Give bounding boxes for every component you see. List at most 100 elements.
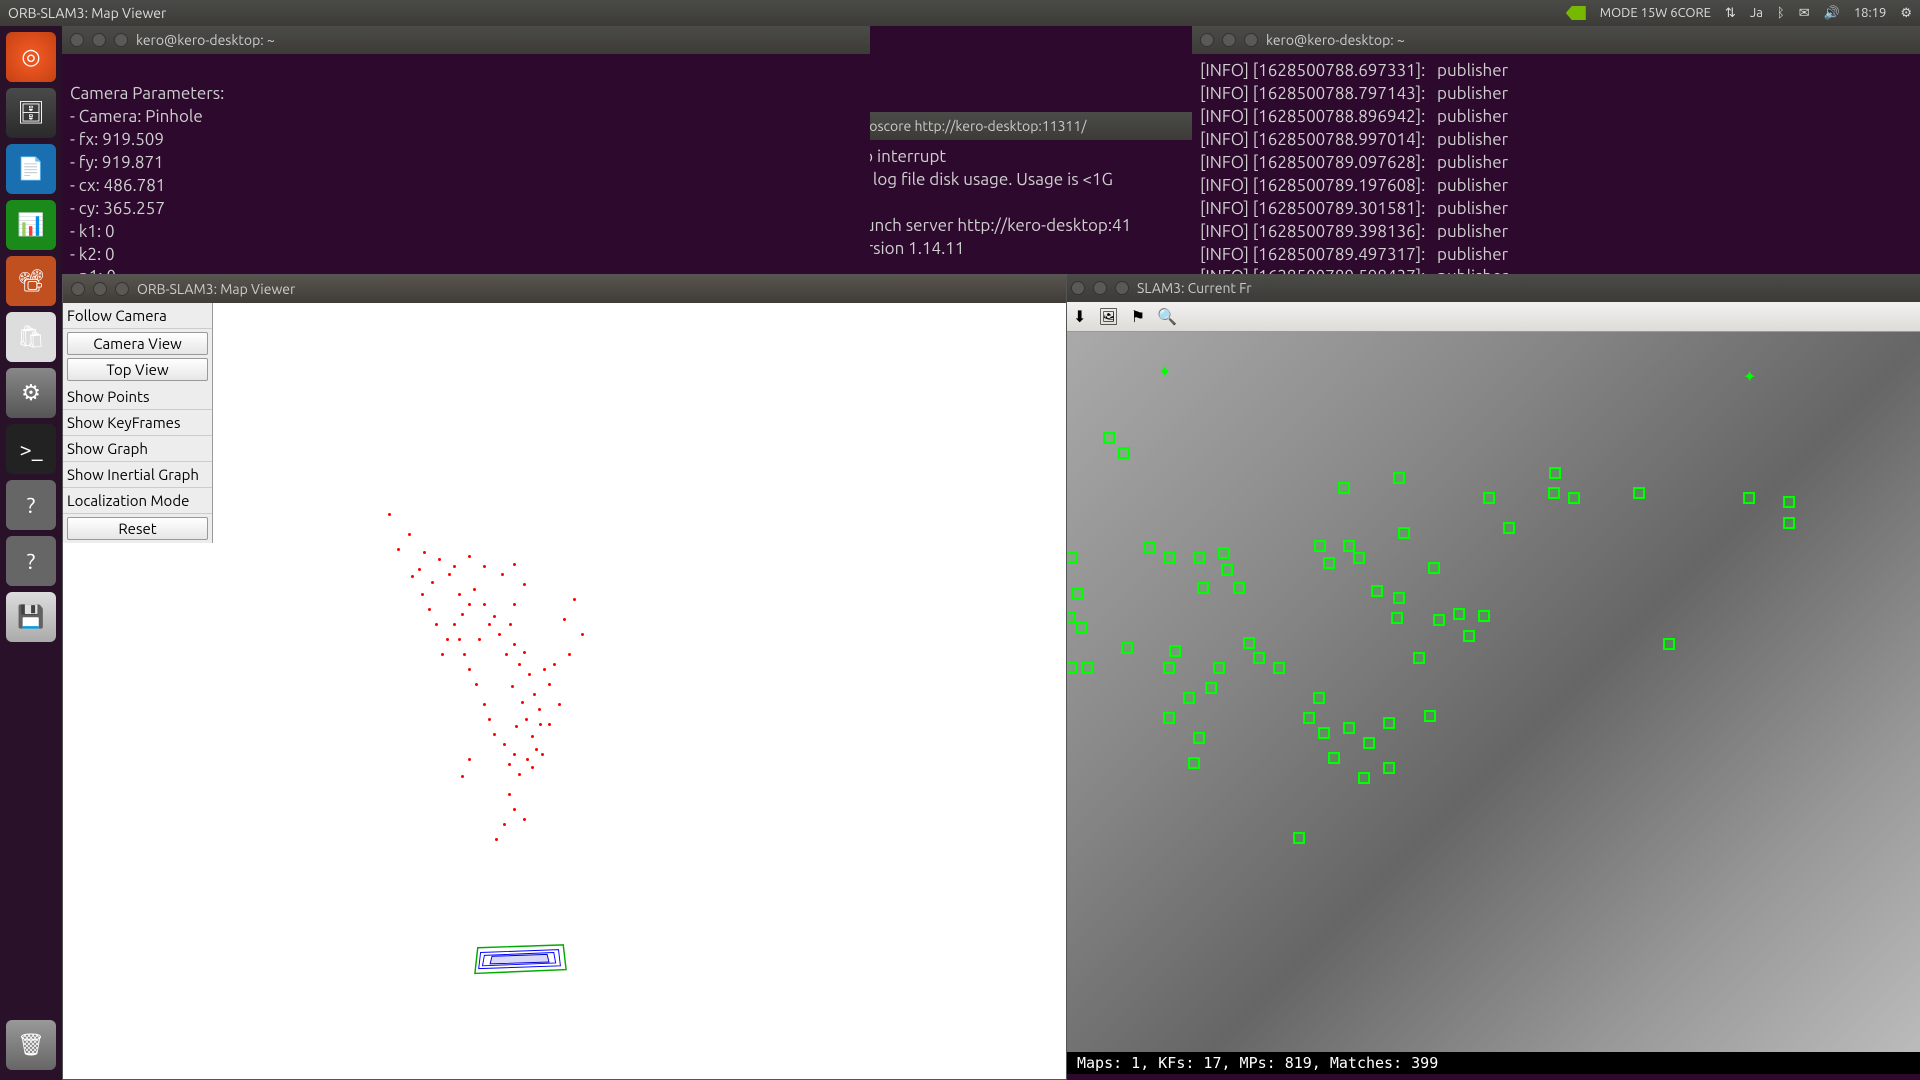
camera-view-button[interactable]: Camera View	[67, 332, 208, 355]
calc-icon[interactable]: 📊	[6, 200, 56, 250]
orb-feature-marker	[1253, 652, 1265, 664]
min-icon[interactable]	[92, 33, 106, 47]
orb-feature-marker	[1383, 717, 1395, 729]
orb-feature-marker	[1393, 472, 1405, 484]
slam-status-bar: Maps: 1, KFs: 17, MPs: 819, Matches: 399	[1063, 1052, 1920, 1074]
orb-feature-marker	[1081, 662, 1093, 674]
map-viewer-title: ORB-SLAM3: Map Viewer	[137, 281, 295, 297]
image-icon[interactable]: 🖼	[1098, 307, 1118, 326]
power-mode-indicator[interactable]: MODE 15W 6CORE	[1600, 6, 1711, 20]
help-icon[interactable]: ?	[6, 480, 56, 530]
orb-feature-marker	[1213, 662, 1225, 674]
gear-icon[interactable]: ⚙	[1900, 6, 1912, 21]
orb-feature-marker	[1343, 540, 1355, 552]
volume-icon[interactable]: 🔊	[1824, 6, 1840, 21]
settings-icon[interactable]: ⚙	[6, 368, 56, 418]
impress-icon[interactable]: 📽	[6, 256, 56, 306]
orb-feature-marker	[1358, 772, 1370, 784]
orb-feature-marker	[1121, 642, 1133, 654]
network-icon[interactable]: ⇅	[1725, 6, 1736, 21]
orb-feature-marker	[1318, 727, 1330, 739]
min-icon[interactable]	[1222, 33, 1236, 47]
localization-mode-toggle[interactable]: Localization Mode	[63, 488, 212, 514]
orb-feature-marker	[1783, 496, 1795, 508]
orb-feature-marker	[1323, 557, 1335, 569]
map-canvas[interactable]	[213, 303, 1066, 1079]
mail-icon[interactable]: ✉	[1799, 6, 1810, 21]
orb-feature-marker	[1483, 492, 1495, 504]
orb-feature-marker	[1314, 540, 1326, 552]
close-icon[interactable]	[1200, 33, 1214, 47]
help2-icon[interactable]: ?	[6, 536, 56, 586]
terminal-camera-params[interactable]: kero@kero-desktop: ~ Camera Parameters: …	[62, 26, 870, 280]
show-graph-toggle[interactable]: Show Graph	[63, 436, 212, 462]
show-points-toggle[interactable]: Show Points	[63, 384, 212, 410]
orb-feature-marker	[1118, 447, 1130, 459]
orb-feature-marker	[1343, 722, 1355, 734]
orb-feature-marker	[1183, 692, 1195, 704]
orb-feature-marker	[1233, 582, 1245, 594]
max-icon[interactable]	[1244, 33, 1258, 47]
follow-camera-toggle[interactable]: Follow Camera	[63, 303, 212, 329]
orb-feature-marker	[1303, 712, 1315, 724]
orb-feature-marker	[1075, 622, 1087, 634]
close-icon[interactable]	[70, 33, 84, 47]
map-viewer-controls: Follow Camera Camera View Top View Show …	[63, 303, 213, 543]
star-feature-marker: ✦	[1158, 362, 1171, 381]
orb-feature-marker	[1463, 630, 1475, 642]
min-icon[interactable]	[93, 282, 107, 296]
close-icon[interactable]	[1071, 281, 1085, 295]
orb-feature-marker	[1548, 487, 1560, 499]
orb-feature-marker	[1549, 467, 1561, 479]
orb-feature-marker	[1313, 692, 1325, 704]
orb-feature-marker	[1433, 614, 1445, 626]
max-icon[interactable]	[115, 282, 129, 296]
orb-feature-marker	[1413, 652, 1425, 664]
max-icon[interactable]	[114, 33, 128, 47]
terminal-icon[interactable]: >_	[6, 424, 56, 474]
show-keyframes-toggle[interactable]: Show KeyFrames	[63, 410, 212, 436]
orb-feature-marker	[1663, 638, 1675, 650]
dash-icon[interactable]: ◎	[6, 32, 56, 82]
reset-button[interactable]: Reset	[67, 517, 208, 540]
flag-icon[interactable]: ⚑	[1131, 307, 1145, 326]
orb-feature-marker	[1218, 547, 1230, 559]
min-icon[interactable]	[1093, 281, 1107, 295]
orb-feature-marker	[1243, 637, 1255, 649]
input-lang-indicator[interactable]: Ja	[1750, 6, 1763, 20]
orb-feature-marker	[1197, 582, 1209, 594]
orb-feature-marker	[1391, 612, 1403, 624]
trash-icon[interactable]: 🗑	[6, 1020, 56, 1070]
map-viewer-window[interactable]: ORB-SLAM3: Map Viewer Follow Camera Came…	[62, 274, 1067, 1080]
save-icon[interactable]: ⬇	[1073, 307, 1086, 326]
orb-feature-marker	[1353, 552, 1365, 564]
bluetooth-icon[interactable]: ᛒ	[1777, 6, 1785, 20]
terminal-title: kero@kero-desktop: ~	[1266, 31, 1405, 50]
show-inertial-graph-toggle[interactable]: Show Inertial Graph	[63, 462, 212, 488]
zoom-icon[interactable]: 🔍	[1157, 307, 1177, 326]
terminal-title: kero@kero-desktop: ~	[136, 31, 275, 50]
close-icon[interactable]	[71, 282, 85, 296]
camera-frustum-icon	[473, 943, 568, 981]
orb-feature-marker	[1424, 710, 1436, 722]
orb-feature-marker	[1273, 662, 1285, 674]
orb-feature-marker	[1568, 492, 1580, 504]
orb-feature-marker	[1188, 757, 1200, 769]
clock-indicator[interactable]: 18:19	[1854, 6, 1887, 20]
orb-feature-marker	[1743, 492, 1755, 504]
software-icon[interactable]: 🛍	[6, 312, 56, 362]
drive-icon[interactable]: 💾	[6, 592, 56, 642]
orb-feature-marker	[1169, 645, 1181, 657]
max-icon[interactable]	[1115, 281, 1129, 295]
current-frame-title: SLAM3: Current Fr	[1137, 280, 1252, 296]
orb-feature-marker	[1193, 552, 1205, 564]
orb-feature-marker	[1478, 610, 1490, 622]
current-frame-window[interactable]: SLAM3: Current Fr ⬇ 🖼 ⚑ 🔍 ✦ ✦ Maps: 1, KF…	[1063, 274, 1920, 1074]
top-view-button[interactable]: Top View	[67, 358, 208, 381]
writer-icon[interactable]: 📄	[6, 144, 56, 194]
files-icon[interactable]: 🗄	[6, 88, 56, 138]
star-feature-marker: ✦	[1743, 367, 1756, 386]
orb-feature-marker	[1328, 752, 1340, 764]
orb-feature-marker	[1338, 482, 1350, 494]
orb-feature-marker	[1428, 562, 1440, 574]
